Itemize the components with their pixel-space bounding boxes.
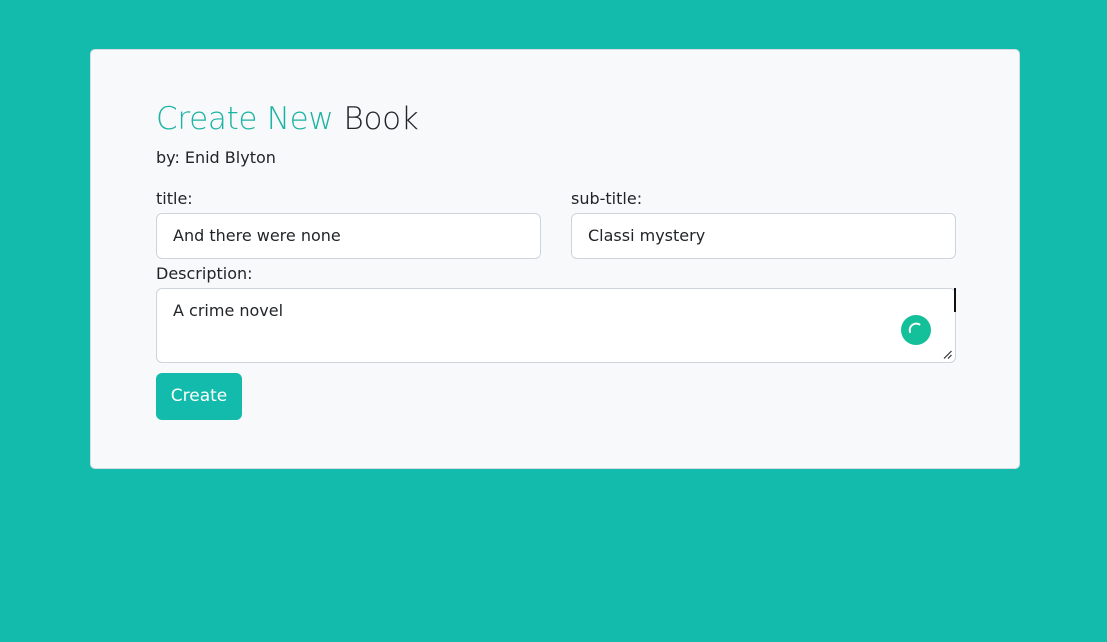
description-text: A crime novel <box>173 301 284 320</box>
title-input[interactable]: And there were none <box>156 213 541 259</box>
create-book-card: Create New Book by: Enid Blyton title: And… <box>90 49 1020 469</box>
page-title-rest: Book <box>343 101 419 137</box>
loading-spinner-icon[interactable] <box>901 315 931 345</box>
page-title: Create New Book <box>156 100 419 138</box>
create-button[interactable]: Create <box>156 373 242 420</box>
author-line: by: Enid Blyton <box>156 148 276 167</box>
author-prefix: by: <box>156 148 180 167</box>
title-label: title: <box>156 189 193 208</box>
subtitle-label: sub-title: <box>571 189 643 208</box>
page-title-accent: Create New <box>156 101 334 137</box>
description-textarea[interactable]: A crime novel <box>156 288 956 363</box>
resize-handle-icon[interactable] <box>943 350 952 359</box>
author-name: Enid Blyton <box>184 148 276 167</box>
subtitle-input[interactable]: Classi mystery <box>571 213 956 259</box>
text-cursor <box>954 288 956 312</box>
description-label: Description: <box>156 264 253 283</box>
